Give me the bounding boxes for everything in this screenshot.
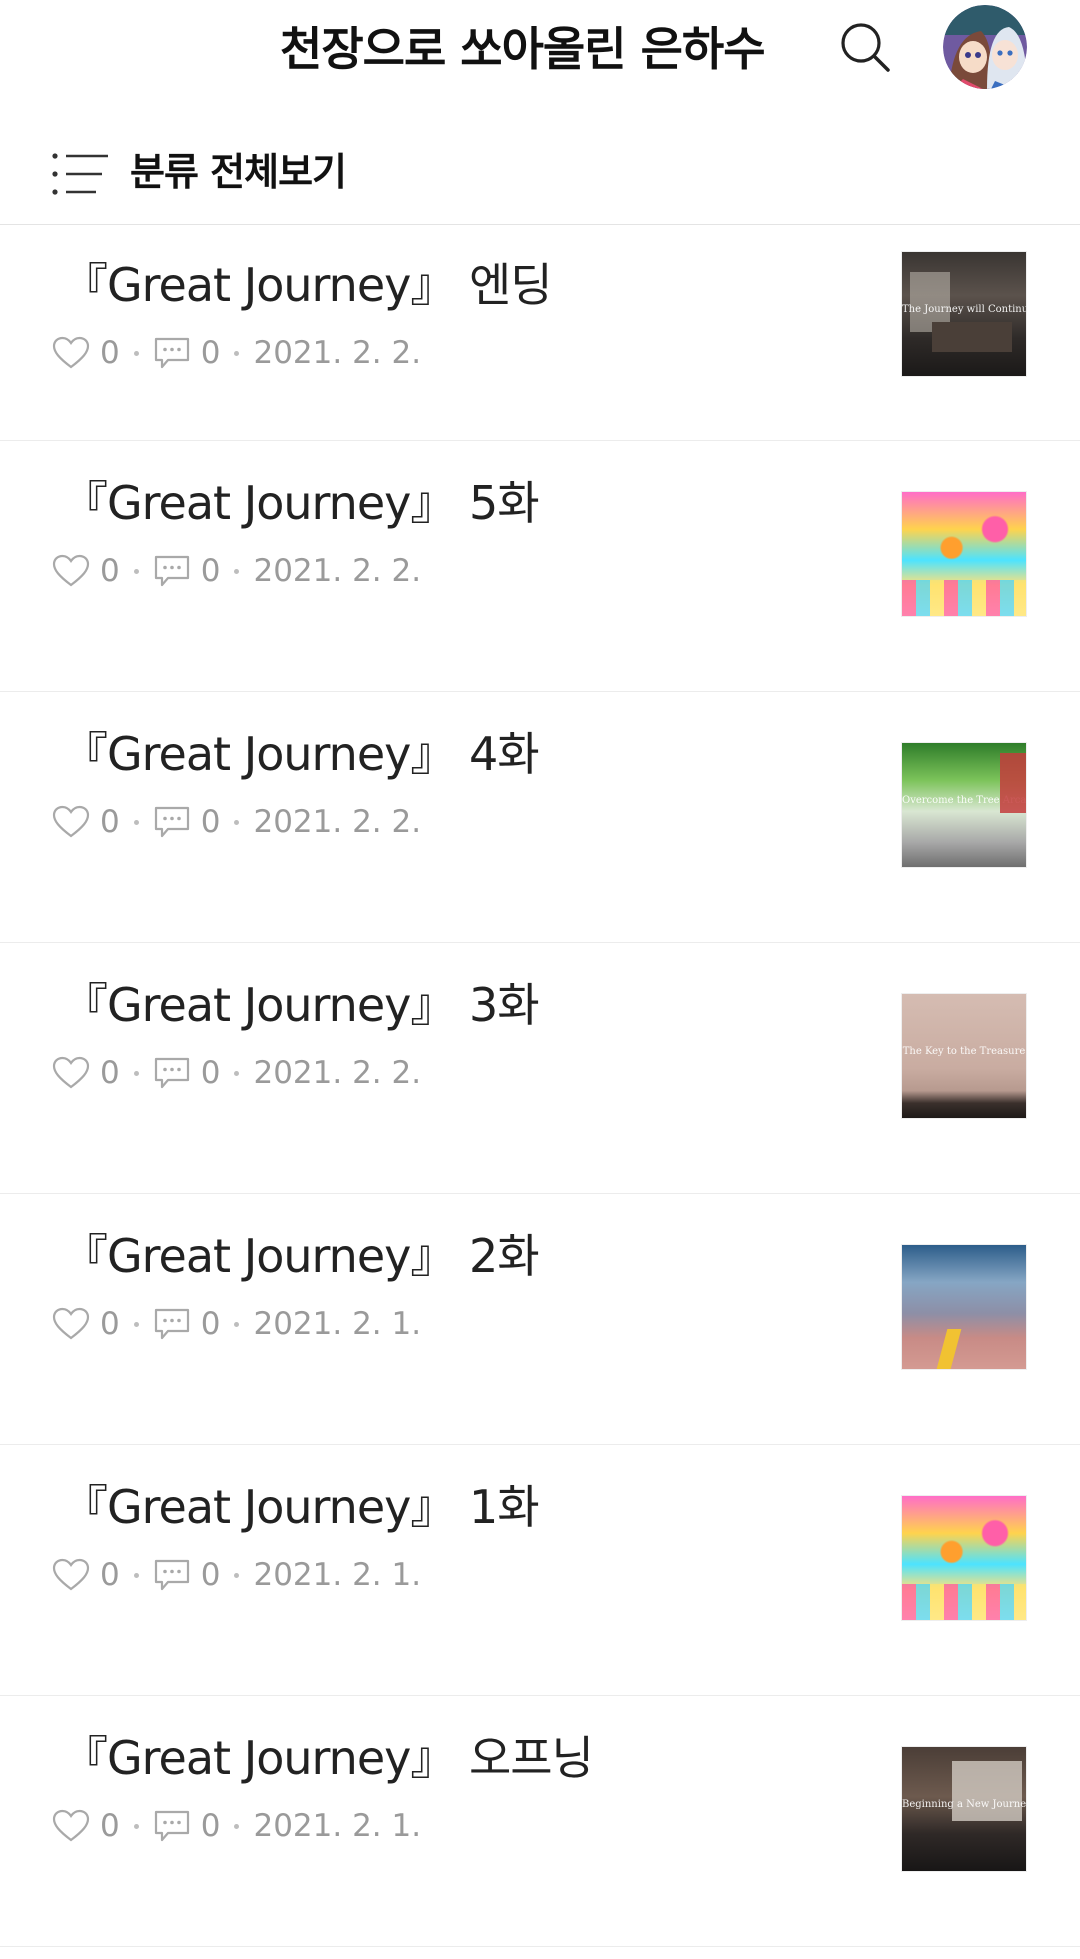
separator-dot [234,1070,240,1076]
thumbnail-caption: The Key to the Treasure [902,1046,1026,1057]
post-item[interactable]: 『Great Journey』 5화 0 0 2021. 2. 2. [0,441,1080,692]
post-meta: 0 0 2021. 2. 1. [52,1804,421,1848]
blog-title[interactable]: 천장으로 쏘아올린 은하수 [280,14,800,84]
like-count: 0 [100,1306,120,1342]
post-title[interactable]: 『Great Journey』 오프닝 [62,1726,594,1790]
search-icon [841,23,890,72]
comment-icon[interactable] [153,1056,191,1090]
post-date: 2021. 2. 2. [253,1055,422,1091]
post-date: 2021. 2. 1. [253,1808,422,1844]
comment-icon[interactable] [153,1307,191,1341]
thumbnail-caption: Beginning a New Journey [902,1799,1026,1810]
comment-count: 0 [200,553,221,589]
comment-icon[interactable] [153,805,191,839]
comment-count: 0 [200,1808,221,1844]
post-list: 『Great Journey』 엔딩 0 0 2021. 2. 2. The J… [0,225,1080,1947]
separator-dot [133,1321,139,1327]
comment-count: 0 [200,1055,221,1091]
heart-icon[interactable] [52,1558,90,1592]
separator-dot [234,1572,240,1578]
like-count: 0 [100,1557,120,1593]
post-thumbnail[interactable]: The Journey will Continue [901,251,1027,377]
post-thumbnail[interactable] [901,1495,1027,1621]
post-thumbnail[interactable] [901,1244,1027,1370]
post-date: 2021. 2. 2. [253,335,422,371]
post-date: 2021. 2. 2. [253,804,422,840]
post-meta: 0 0 2021. 2. 1. [52,1553,421,1597]
post-item[interactable]: 『Great Journey』 엔딩 0 0 2021. 2. 2. The J… [0,225,1080,441]
category-label: 분류 전체보기 [130,150,347,194]
like-count: 0 [100,804,120,840]
post-title[interactable]: 『Great Journey』 1화 [62,1475,540,1539]
comment-count: 0 [200,1306,221,1342]
post-thumbnail[interactable]: The Key to the Treasure [901,993,1027,1119]
comment-count: 0 [200,335,221,371]
post-thumbnail[interactable]: Beginning a New Journey [901,1746,1027,1872]
like-count: 0 [100,335,120,371]
heart-icon[interactable] [52,1307,90,1341]
heart-icon[interactable] [52,805,90,839]
post-meta: 0 0 2021. 2. 2. [52,331,421,375]
post-date: 2021. 2. 1. [253,1306,422,1342]
post-title[interactable]: 『Great Journey』 4화 [62,722,540,786]
comment-count: 0 [200,804,221,840]
separator-dot [133,1070,139,1076]
separator-dot [234,350,240,356]
post-item[interactable]: 『Great Journey』 2화 0 0 2021. 2. 1. [0,1194,1080,1445]
heart-icon[interactable] [52,1809,90,1843]
heart-icon[interactable] [52,336,90,370]
comment-icon[interactable] [153,1558,191,1592]
avatar[interactable] [943,5,1027,89]
post-thumbnail[interactable] [901,491,1027,617]
post-item[interactable]: 『Great Journey』 3화 0 0 2021. 2. 2. The K… [0,943,1080,1194]
post-date: 2021. 2. 2. [253,553,422,589]
comment-icon[interactable] [153,336,191,370]
post-title[interactable]: 『Great Journey』 3화 [62,973,540,1037]
post-item[interactable]: 『Great Journey』 1화 0 0 2021. 2. 1. [0,1445,1080,1696]
post-meta: 0 0 2021. 2. 2. [52,800,421,844]
like-count: 0 [100,553,120,589]
blog-header: 천장으로 쏘아올린 은하수 [0,0,1080,100]
separator-dot [133,350,139,356]
thumbnail-caption: Overcome the Tree Arcana [902,795,1026,806]
search-button[interactable] [830,12,900,82]
separator-dot [234,1823,240,1829]
separator-dot [234,819,240,825]
category-all-button[interactable]: 분류 전체보기 [0,100,1080,225]
like-count: 0 [100,1808,120,1844]
heart-icon[interactable] [52,1056,90,1090]
post-meta: 0 0 2021. 2. 1. [52,1302,421,1346]
post-title[interactable]: 『Great Journey』 2화 [62,1224,540,1288]
post-meta: 0 0 2021. 2. 2. [52,1051,421,1095]
like-count: 0 [100,1055,120,1091]
separator-dot [133,568,139,574]
list-icon [52,153,108,195]
avatar-image [943,5,1027,89]
post-title[interactable]: 『Great Journey』 엔딩 [62,253,553,317]
post-date: 2021. 2. 1. [253,1557,422,1593]
comment-icon[interactable] [153,1809,191,1843]
separator-dot [234,568,240,574]
post-title[interactable]: 『Great Journey』 5화 [62,471,540,535]
thumbnail-caption: The Journey will Continue [902,304,1026,315]
comment-icon[interactable] [153,554,191,588]
post-meta: 0 0 2021. 2. 2. [52,549,421,593]
post-item[interactable]: 『Great Journey』 오프닝 0 0 2021. 2. 1. Begi… [0,1696,1080,1947]
post-item[interactable]: 『Great Journey』 4화 0 0 2021. 2. 2. Overc… [0,692,1080,943]
separator-dot [234,1321,240,1327]
separator-dot [133,819,139,825]
separator-dot [133,1823,139,1829]
heart-icon[interactable] [52,554,90,588]
post-thumbnail[interactable]: Overcome the Tree Arcana [901,742,1027,868]
comment-count: 0 [200,1557,221,1593]
separator-dot [133,1572,139,1578]
